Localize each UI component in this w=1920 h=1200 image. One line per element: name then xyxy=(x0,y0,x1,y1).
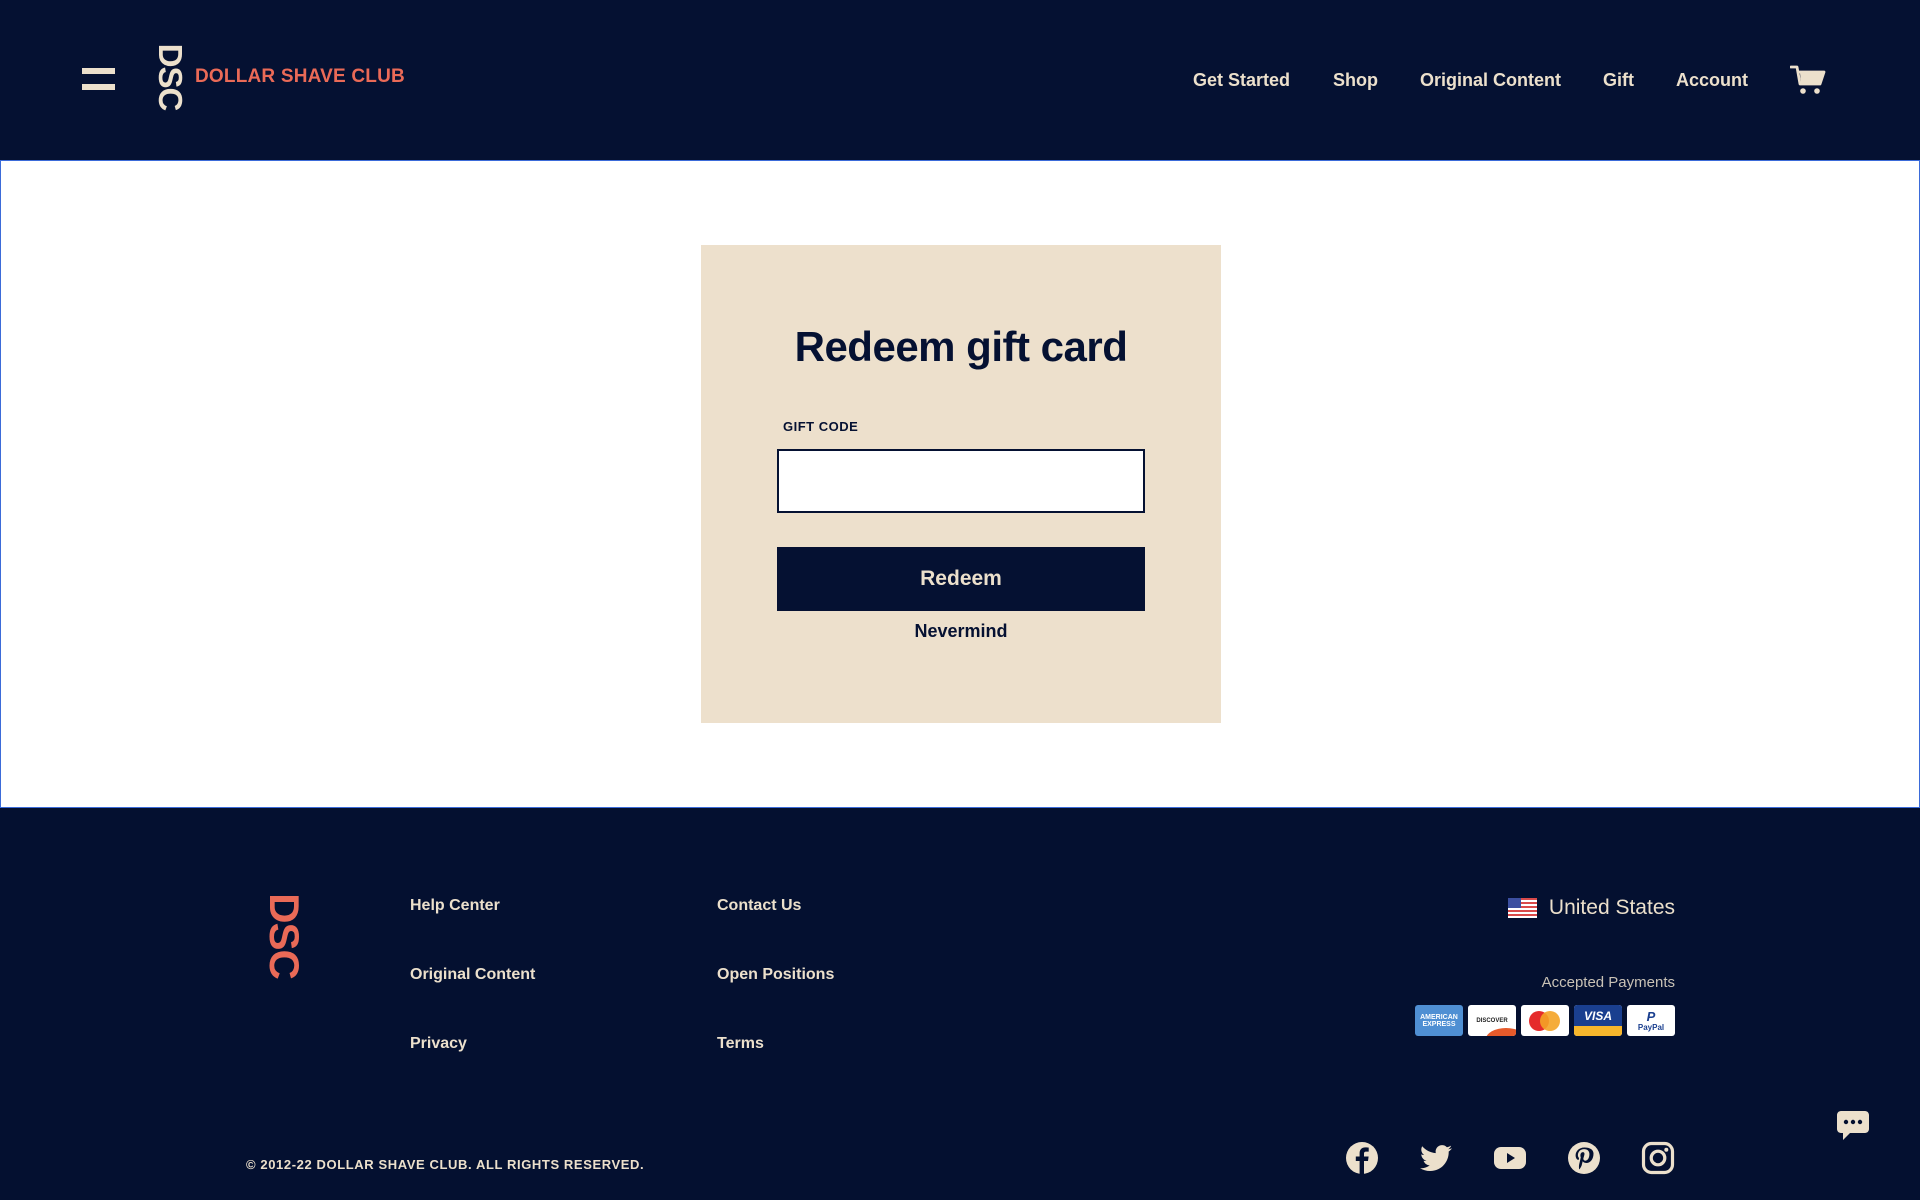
redeem-gift-card-panel: Redeem gift card GIFT CODE Redeem Neverm… xyxy=(701,245,1221,723)
chat-icon[interactable] xyxy=(1836,1110,1870,1142)
nav-account[interactable]: Account xyxy=(1676,70,1748,91)
mastercard-icon xyxy=(1521,1005,1569,1036)
logo-wordmark: DOLLAR SHAVE CLUB xyxy=(195,66,405,87)
youtube-icon[interactable] xyxy=(1493,1141,1527,1175)
menu-icon[interactable] xyxy=(82,68,115,92)
accepted-payments-label: Accepted Payments xyxy=(1541,974,1675,991)
site-header: DSC DOLLAR SHAVE CLUB Get Started Shop O… xyxy=(0,0,1920,160)
page-title: Redeem gift card xyxy=(794,323,1128,370)
twitter-icon[interactable] xyxy=(1419,1141,1453,1175)
footer-link-terms[interactable]: Terms xyxy=(717,1035,764,1053)
discover-icon: DISCOVER xyxy=(1468,1005,1516,1036)
visa-icon: VISA xyxy=(1574,1005,1622,1036)
footer-logo[interactable]: DSC xyxy=(261,892,308,980)
payment-methods: AMERICAN EXPRESS DISCOVER VISA P PayPal xyxy=(1410,1005,1675,1036)
nav-shop[interactable]: Shop xyxy=(1333,70,1378,91)
footer-link-privacy[interactable]: Privacy xyxy=(410,1035,467,1053)
social-links xyxy=(1305,1141,1675,1175)
nevermind-link[interactable]: Nevermind xyxy=(701,621,1221,642)
gift-code-input[interactable] xyxy=(777,449,1145,513)
country-selector[interactable]: United States xyxy=(1507,896,1675,920)
paypal-icon: P PayPal xyxy=(1627,1005,1675,1036)
footer-link-original-content[interactable]: Original Content xyxy=(410,966,535,984)
footer-link-contact-us[interactable]: Contact Us xyxy=(717,897,801,915)
nav-gift[interactable]: Gift xyxy=(1603,70,1634,91)
main-nav: Get Started Shop Original Content Gift A… xyxy=(1193,0,1920,160)
cart-icon[interactable] xyxy=(1790,64,1826,96)
footer-link-open-positions[interactable]: Open Positions xyxy=(717,966,834,984)
site-logo[interactable]: DSC DOLLAR SHAVE CLUB xyxy=(152,43,405,111)
country-label: United States xyxy=(1548,896,1675,919)
site-footer: DSC Help Center Original Content Privacy… xyxy=(0,808,1920,1200)
redeem-button[interactable]: Redeem xyxy=(777,547,1145,611)
amex-icon: AMERICAN EXPRESS xyxy=(1415,1005,1463,1036)
us-flag-icon xyxy=(1507,898,1537,918)
facebook-icon[interactable] xyxy=(1345,1141,1379,1175)
copyright-text: © 2012-22 DOLLAR SHAVE CLUB. ALL RIGHTS … xyxy=(246,1157,645,1172)
footer-link-help-center[interactable]: Help Center xyxy=(410,897,500,915)
instagram-icon[interactable] xyxy=(1641,1141,1675,1175)
main-content: Redeem gift card GIFT CODE Redeem Neverm… xyxy=(0,160,1920,808)
dsc-logo-mark: DSC xyxy=(152,43,189,111)
nav-original-content[interactable]: Original Content xyxy=(1420,70,1561,91)
gift-code-label: GIFT CODE xyxy=(783,419,859,434)
pinterest-icon[interactable] xyxy=(1567,1141,1601,1175)
nav-get-started[interactable]: Get Started xyxy=(1193,70,1290,91)
